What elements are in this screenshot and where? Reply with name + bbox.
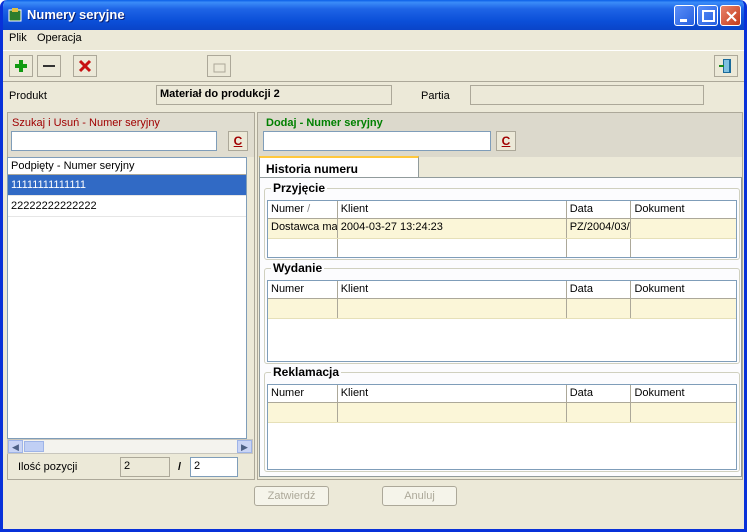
window-title: Numery seryjne	[27, 7, 125, 22]
column-header-date[interactable]: Data	[567, 385, 632, 402]
grid-header: Numer Klient Data Dokument	[268, 281, 736, 299]
add-button[interactable]	[9, 55, 33, 77]
group-issue: Wydanie Numer Klient Data Dokument	[264, 261, 740, 364]
plus-icon	[15, 60, 27, 72]
table-row[interactable]	[268, 403, 736, 423]
exit-door-icon	[719, 59, 731, 73]
group-complaint-title: Reklamacja	[271, 365, 342, 379]
window: Numery seryjne Plik Operacja Produkt Mat…	[0, 0, 747, 532]
maximize-icon	[702, 10, 715, 22]
menu-plik[interactable]: Plik	[9, 32, 27, 44]
column-header-date[interactable]: Data	[567, 281, 632, 298]
column-header-number[interactable]: Numer	[268, 385, 338, 402]
batch-label: Partia	[421, 90, 450, 102]
scroll-left-icon[interactable]: ◀	[8, 440, 23, 453]
delete-x-icon	[78, 59, 92, 73]
remove-button[interactable]	[37, 55, 61, 77]
table-row[interactable]: Dostawca ma 2004-03-27 13:24:23 PZ/2004/…	[268, 219, 736, 239]
list-item[interactable]: 11111111111111	[8, 175, 246, 196]
table-row[interactable]	[268, 299, 736, 319]
add-clear-button[interactable]: C	[496, 131, 516, 151]
search-input[interactable]	[11, 131, 217, 151]
column-header-document[interactable]: Dokument	[631, 385, 736, 402]
issue-grid: Numer Klient Data Dokument	[267, 280, 737, 362]
group-receipt: Przyjęcie Numer / Klient Data Dokument D…	[264, 181, 740, 260]
column-header-number[interactable]: Numer	[268, 281, 338, 298]
batch-field	[470, 85, 704, 105]
title-bar: Numery seryjne	[3, 0, 744, 30]
close-window-button[interactable]	[720, 5, 741, 26]
product-field: Materiał do produkcji 2	[156, 85, 392, 105]
close-icon	[726, 11, 737, 22]
column-header-client[interactable]: Klient	[338, 385, 567, 402]
empty-row	[268, 239, 736, 257]
column-header-date[interactable]: Data	[567, 201, 632, 218]
group-issue-title: Wydanie	[271, 261, 325, 275]
search-clear-button[interactable]: C	[228, 131, 248, 151]
cell-document	[631, 219, 736, 238]
cell-date: PZ/2004/03/	[567, 219, 632, 238]
count-label: Ilość pozycji	[18, 461, 78, 473]
delete-button[interactable]	[73, 55, 97, 77]
exit-button[interactable]	[714, 55, 738, 77]
product-label: Produkt	[9, 90, 47, 102]
search-panel-title: Szukaj i Usuń - Numer seryjny	[12, 117, 160, 129]
add-input[interactable]	[263, 131, 491, 151]
maximize-button[interactable]	[697, 5, 718, 26]
grid-header: Numer Klient Data Dokument	[268, 385, 736, 403]
column-header-client[interactable]: Klient	[338, 201, 567, 218]
menu-operacja[interactable]: Operacja	[37, 32, 82, 44]
history-tab-page: Przyjęcie Numer / Klient Data Dokument D…	[259, 177, 742, 477]
sort-indicator: /	[307, 203, 311, 215]
column-header-document[interactable]: Dokument	[631, 201, 736, 218]
horizontal-scrollbar[interactable]: ◀ ▶	[7, 439, 253, 454]
list-item[interactable]: 22222222222222	[8, 196, 246, 217]
count-separator: /	[178, 461, 182, 473]
grid-header: Numer / Klient Data Dokument	[268, 201, 736, 219]
add-panel-title: Dodaj - Numer seryjny	[266, 117, 383, 129]
group-receipt-title: Przyjęcie	[271, 181, 328, 195]
document-icon	[213, 63, 226, 73]
toolbar	[3, 50, 744, 82]
scroll-right-icon[interactable]: ▶	[237, 440, 252, 453]
cell-number: Dostawca ma	[268, 219, 338, 238]
tab-history[interactable]: Historia numeru seryjnego	[259, 156, 419, 190]
group-complaint: Reklamacja Numer Klient Data Dokument	[264, 365, 740, 472]
complaint-grid: Numer Klient Data Dokument	[267, 384, 737, 470]
disabled-tool-button[interactable]	[207, 55, 231, 77]
scroll-thumb[interactable]	[24, 441, 44, 452]
column-header-number[interactable]: Numer /	[268, 201, 338, 218]
cell-client: 2004-03-27 13:24:23	[338, 219, 567, 238]
cancel-button[interactable]: Anuluj	[382, 486, 457, 506]
confirm-button[interactable]: Zatwierdź	[254, 486, 329, 506]
minus-icon	[43, 65, 55, 67]
minimize-button[interactable]	[674, 5, 695, 26]
serial-list: Podpięty - Numer seryjny 11111111111111 …	[7, 157, 247, 439]
column-header-client[interactable]: Klient	[338, 281, 567, 298]
menu-bar: Plik Operacja	[3, 30, 744, 48]
count-field: 2	[120, 457, 170, 477]
column-header-document[interactable]: Dokument	[631, 281, 736, 298]
serial-list-header: Podpięty - Numer seryjny	[8, 158, 246, 175]
app-icon	[8, 8, 22, 22]
receipt-grid: Numer / Klient Data Dokument Dostawca ma…	[267, 200, 737, 258]
minimize-icon	[680, 19, 687, 22]
total-field: 2	[190, 457, 238, 477]
